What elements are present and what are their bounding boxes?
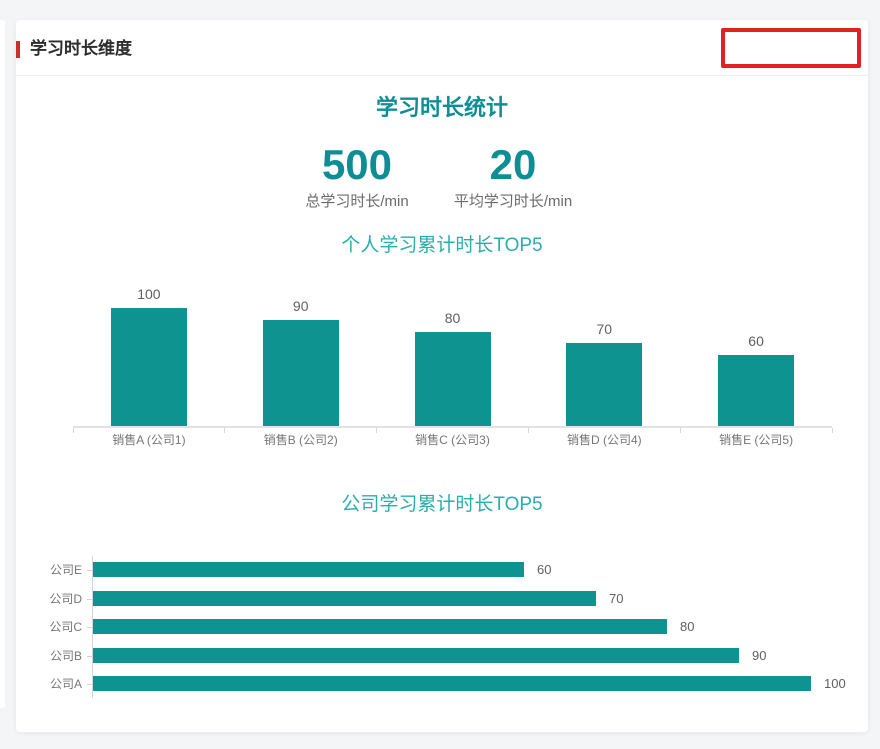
y-axis-tick	[87, 627, 92, 628]
hbar-category-label: 公司A	[16, 675, 82, 693]
stats-row: 500 总学习时长/min 20 平均学习时长/min	[16, 142, 868, 212]
company-top5-chart: 公司E 60 公司D 70 公司C 80 公司B 90 公司A 100	[16, 550, 868, 725]
hbar-category-label: 公司B	[16, 647, 82, 665]
vbar-销售C (公司3)	[415, 332, 491, 426]
stat-total-value: 500	[282, 142, 432, 188]
vbar-销售A (公司1)	[111, 308, 187, 426]
personal-top5-chart: 100销售A (公司1)90销售B (公司2)80销售C (公司3)70销售D …	[73, 290, 832, 460]
hbar-公司B	[93, 648, 739, 663]
hbar-公司D	[93, 591, 596, 606]
x-axis-line	[73, 426, 832, 428]
vbar-value-label: 60	[680, 333, 832, 349]
hbar-公司A	[93, 676, 811, 691]
y-axis-tick	[87, 656, 92, 657]
stat-average-value: 20	[438, 142, 588, 188]
hbar-category-label: 公司E	[16, 561, 82, 579]
hbar-category-label: 公司C	[16, 618, 82, 636]
vbar-销售E (公司5)	[718, 355, 794, 426]
hbar-value-label: 70	[609, 590, 623, 608]
vbar-value-label: 100	[73, 286, 225, 302]
vbar-value-label: 90	[225, 298, 377, 314]
annotation-highlight-box	[721, 28, 861, 68]
company-top5-title: 公司学习累计时长TOP5	[16, 492, 868, 518]
stat-average-duration: 20 平均学习时长/min	[438, 142, 588, 212]
stat-total-label: 总学习时长/min	[282, 192, 432, 212]
y-axis-tick	[87, 684, 92, 685]
section-title: 学习时长维度	[30, 39, 132, 59]
personal-top5-title: 个人学习累计时长TOP5	[16, 233, 868, 259]
hbar-value-label: 80	[680, 618, 694, 636]
vbar-category-label: 销售C (公司3)	[377, 432, 529, 448]
y-axis-tick	[87, 570, 92, 571]
hbar-value-label: 60	[537, 561, 551, 579]
y-axis-tick	[87, 599, 92, 600]
adjacent-card-edge	[0, 20, 5, 708]
vbar-value-label: 70	[528, 321, 680, 337]
stat-total-duration: 500 总学习时长/min	[282, 142, 432, 212]
hbar-value-label: 90	[752, 647, 766, 665]
hbar-公司C	[93, 619, 667, 634]
vbar-销售B (公司2)	[263, 320, 339, 426]
vbar-value-label: 80	[377, 310, 529, 326]
vbar-category-label: 销售B (公司2)	[225, 432, 377, 448]
hbar-category-label: 公司D	[16, 590, 82, 608]
page-background: 学习时长维度 学习时长统计 500 总学习时长/min 20 平均学习时长/mi…	[0, 0, 880, 749]
red-accent-bar	[16, 41, 20, 58]
vbar-category-label: 销售D (公司4)	[528, 432, 680, 448]
hbar-value-label: 100	[824, 675, 846, 693]
learning-duration-card: 学习时长维度 学习时长统计 500 总学习时长/min 20 平均学习时长/mi…	[16, 20, 868, 732]
card-header: 学习时长维度	[16, 20, 868, 76]
stat-average-label: 平均学习时长/min	[438, 192, 588, 212]
vbar-category-label: 销售E (公司5)	[680, 432, 832, 448]
vbar-销售D (公司4)	[566, 343, 642, 426]
vbar-category-label: 销售A (公司1)	[73, 432, 225, 448]
hbar-公司E	[93, 562, 524, 577]
stats-title: 学习时长统计	[16, 93, 868, 123]
